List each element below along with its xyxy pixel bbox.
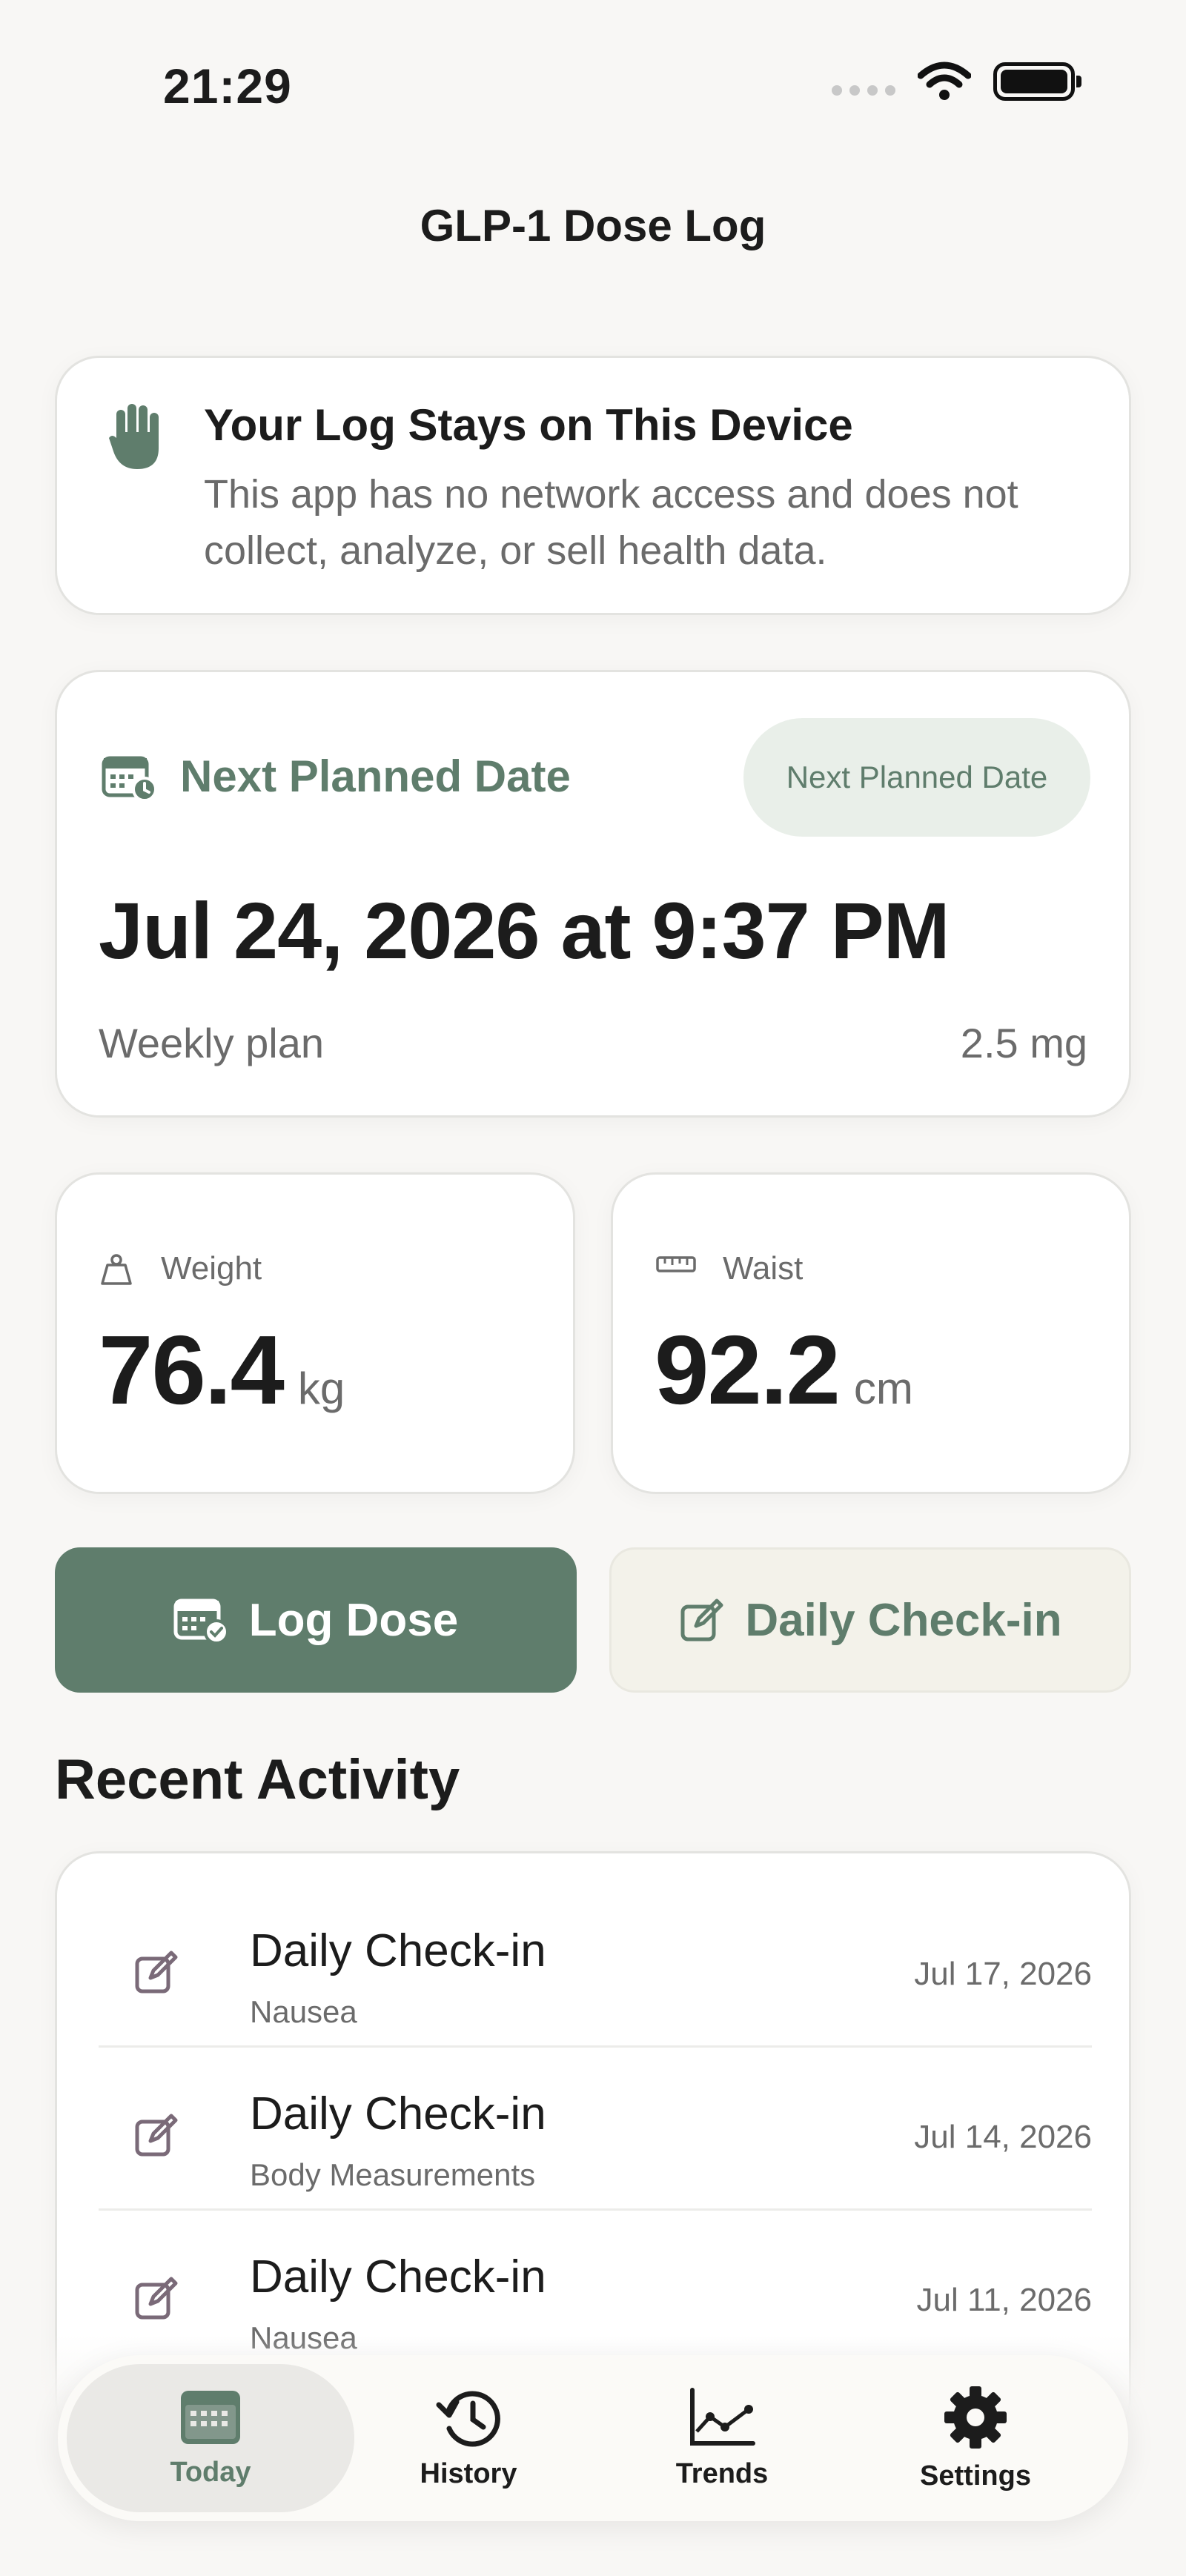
tab-bar: Today History Trends Settings (58, 2355, 1128, 2521)
waist-unit: cm (853, 1364, 913, 1413)
gear-icon (944, 2386, 1007, 2449)
privacy-body: This app has no network access and does … (204, 472, 1018, 573)
tab-history[interactable]: History (325, 2364, 612, 2512)
calendar-check-icon (173, 1599, 229, 1644)
calendar-clock-icon (102, 756, 157, 801)
waist-label: Waist (723, 1250, 804, 1287)
list-item[interactable]: Daily Check-in Nausea Jul 17, 2026 (99, 1853, 1092, 2048)
square-pencil-icon (135, 2114, 178, 2157)
privacy-title: Your Log Stays on This Device (204, 400, 853, 450)
list-item-title: Daily Check-in (250, 1925, 546, 1976)
tab-trends[interactable]: Trends (578, 2364, 866, 2512)
privacy-card: Your Log Stays on This Device This app h… (55, 356, 1131, 615)
weight-value: 76.4 (99, 1315, 285, 1424)
list-item-date: Jul 17, 2026 (914, 1956, 1092, 1992)
recent-activity-title: Recent Activity (55, 1748, 460, 1811)
daily-checkin-label: Daily Check-in (745, 1594, 1062, 1646)
next-planned-datetime: Jul 24, 2026 at 9:37 PM (99, 886, 950, 975)
tab-today[interactable]: Today (67, 2364, 354, 2512)
tab-history-label: History (420, 2457, 517, 2489)
tab-trends-label: Trends (675, 2457, 769, 2489)
list-item-date: Jul 14, 2026 (914, 2119, 1092, 2155)
status-time: 21:29 (163, 59, 292, 113)
tab-today-label: Today (170, 2456, 251, 2488)
next-planned-badge: Next Planned Date (743, 718, 1090, 837)
daily-checkin-button[interactable]: Daily Check-in (609, 1547, 1131, 1693)
log-dose-button[interactable]: Log Dose (55, 1547, 577, 1693)
next-planned-card[interactable]: Next Planned Date Next Planned Date Jul … (55, 670, 1131, 1118)
list-item[interactable]: Daily Check-in Nausea Jul 11, 2026 (99, 2180, 1092, 2355)
list-item-date: Jul 11, 2026 (916, 2282, 1092, 2318)
status-icons (832, 61, 1081, 102)
list-item-title: Daily Check-in (250, 2251, 546, 2303)
chart-line-icon (690, 2387, 755, 2446)
weight-unit: kg (297, 1364, 345, 1413)
tab-settings-label: Settings (920, 2460, 1031, 2492)
waist-card[interactable]: Waist 92.2 cm (611, 1172, 1131, 1494)
square-pencil-icon (135, 1951, 178, 1994)
cellular-signal-icon (832, 85, 895, 96)
weight-card[interactable]: Weight 76.4 kg (55, 1172, 575, 1494)
waist-value-group: 92.2 cm (655, 1314, 913, 1426)
scale-weight-icon (101, 1254, 132, 1285)
plan-frequency: Weekly plan (99, 1020, 325, 1066)
calendar-icon (181, 2390, 240, 2444)
square-pencil-icon (680, 1599, 723, 1641)
battery-icon (993, 62, 1081, 101)
list-item[interactable]: Daily Check-in Body Measurements Jul 14,… (99, 2016, 1092, 2211)
weight-label: Weight (161, 1250, 262, 1287)
tab-settings[interactable]: Settings (832, 2364, 1119, 2512)
waist-value: 92.2 (655, 1315, 841, 1424)
next-planned-label: Next Planned Date (180, 751, 571, 801)
log-dose-label: Log Dose (248, 1594, 459, 1646)
hand-raised-icon (109, 404, 159, 469)
wifi-icon (918, 62, 971, 100)
page-title: GLP-1 Dose Log (420, 201, 766, 250)
square-pencil-icon (135, 2277, 178, 2320)
plan-dose: 2.5 mg (960, 1020, 1087, 1066)
weight-value-group: 76.4 kg (99, 1314, 345, 1426)
ruler-icon (656, 1256, 696, 1272)
history-icon (436, 2391, 500, 2446)
list-item-title: Daily Check-in (250, 2088, 546, 2140)
